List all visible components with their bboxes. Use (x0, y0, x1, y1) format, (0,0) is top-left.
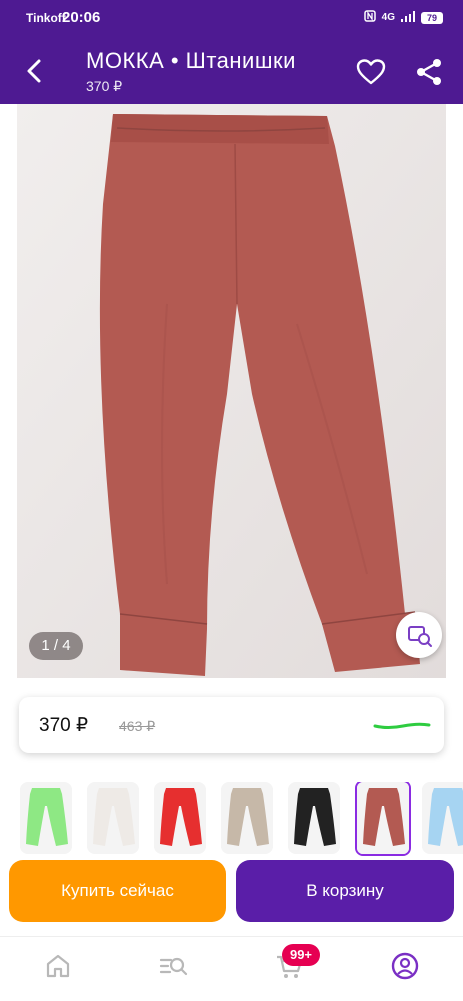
variant-thumbnail[interactable] (355, 782, 411, 856)
chevron-left-icon (27, 59, 41, 83)
nfc-icon (363, 10, 376, 25)
signal-icon (401, 10, 415, 25)
variant-thumbnails (20, 782, 463, 858)
product-gallery[interactable] (0, 104, 463, 690)
cart-badge: 99+ (282, 944, 320, 966)
image-counter: 1 / 4 (29, 632, 83, 660)
add-to-cart-button[interactable]: В корзину (236, 860, 454, 922)
status-bar: Tinkoff 20:06 4G 79 (0, 0, 463, 38)
favorite-button[interactable] (355, 56, 387, 88)
pants-thumbnail-icon (87, 782, 139, 854)
price-indicator-icon (373, 722, 431, 729)
variant-thumbnail[interactable] (154, 782, 206, 854)
nav-home[interactable] (43, 951, 73, 981)
buy-now-button[interactable]: Купить сейчас (9, 860, 226, 922)
pants-thumbnail-icon (357, 782, 409, 854)
share-button[interactable] (413, 56, 445, 88)
nav-profile[interactable] (390, 951, 420, 981)
heart-icon (356, 59, 386, 85)
network-label: 4G (381, 12, 395, 23)
current-price: 370 ₽ (39, 715, 89, 736)
profile-icon (391, 952, 419, 980)
variant-thumbnail[interactable] (20, 782, 72, 854)
old-price: 463 ₽ (119, 718, 156, 734)
pants-thumbnail-icon (20, 782, 72, 854)
status-icons: 4G 79 (363, 10, 443, 25)
price-card: 370 ₽ 463 ₽ (19, 697, 444, 753)
product-image[interactable] (17, 104, 446, 678)
home-icon (46, 954, 70, 978)
catalog-search-icon (159, 957, 188, 976)
variant-thumbnail[interactable] (221, 782, 273, 854)
app-bar: МОККА • Штанишки 370 ₽ (0, 38, 463, 104)
nav-catalog[interactable] (158, 951, 188, 981)
variant-thumbnail[interactable] (422, 782, 463, 854)
variant-thumbnail[interactable] (87, 782, 139, 854)
page-title: МОККА • Штанишки (86, 48, 296, 73)
image-search-icon (408, 626, 432, 647)
variant-thumbnail[interactable] (288, 782, 340, 854)
pants-thumbnail-icon (154, 782, 206, 854)
pants-thumbnail-icon (288, 782, 340, 854)
pants-thumbnail-icon (221, 782, 273, 854)
back-button[interactable] (20, 56, 50, 86)
share-icon (417, 59, 441, 85)
carrier-label: Tinkoff (26, 11, 66, 25)
visual-search-button[interactable] (396, 612, 442, 658)
status-time: 20:06 (62, 9, 101, 26)
bottom-navigation (0, 936, 463, 1001)
header-price: 370 ₽ (86, 78, 123, 94)
battery-icon: 79 (421, 11, 443, 24)
pants-thumbnail-icon (422, 782, 463, 854)
